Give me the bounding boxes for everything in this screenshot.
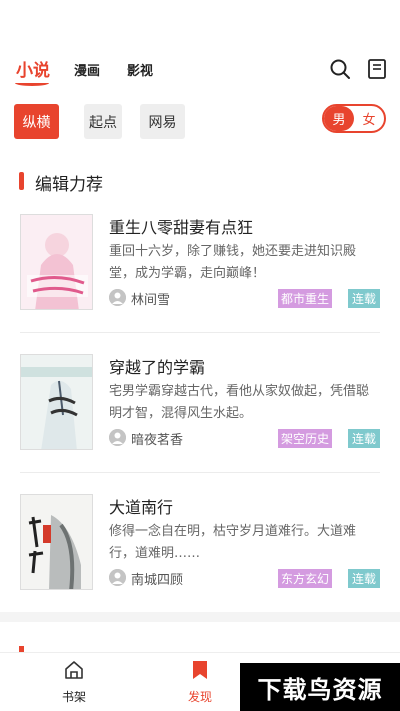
gender-female-option[interactable]: 女 xyxy=(354,106,384,131)
nav-bookshelf[interactable]: 书架 xyxy=(44,659,104,705)
author-avatar-icon xyxy=(109,569,126,586)
book-cover xyxy=(20,354,93,450)
book-description: 重回十六岁，除了赚钱，她还要走进知识殿堂，成为学霸，走向巅峰！ xyxy=(109,244,357,281)
status-tag: 连载 xyxy=(348,429,380,448)
bookmark-icon xyxy=(193,661,207,679)
top-nav: 小说 漫画 影视 xyxy=(0,50,400,90)
book-item[interactable]: 重生八零甜妻有点狂 重回十六岁，除了赚钱，她还要走进知识殿堂，成为学霸，走向巅峰… xyxy=(20,214,380,310)
book-title[interactable]: 穿越了的学霸 xyxy=(109,354,205,378)
book-icon[interactable] xyxy=(366,58,388,80)
gender-male-option[interactable]: 男 xyxy=(324,106,354,131)
book-cover xyxy=(20,494,93,590)
section-accent-bar xyxy=(19,172,24,190)
book-cover xyxy=(20,214,93,310)
genre-tag: 都市重生 xyxy=(278,289,333,308)
book-description: 宅男学霸穿越古代，看他从家奴做起，凭借聪明才智，混得风生水起。 xyxy=(109,384,370,421)
book-item[interactable]: 穿越了的学霸 宅男学霸穿越古代，看他从家奴做起，凭借聪明才智，混得风生水起。 暗… xyxy=(20,354,380,450)
section-title: 编辑力荐 xyxy=(35,175,103,195)
nav-discover-label: 发现 xyxy=(187,690,212,704)
book-author: 暗夜茗香 xyxy=(131,433,184,448)
book-author: 南城四顾 xyxy=(131,573,184,588)
genre-tag: 架空历史 xyxy=(278,429,333,448)
home-icon xyxy=(65,661,83,679)
book-title[interactable]: 大道南行 xyxy=(109,494,173,518)
section-separator xyxy=(0,612,400,622)
book-item[interactable]: 大道南行 修得一念自在明，枯守岁月道难行。大道难行，道难明…… 南城四顾 东方玄… xyxy=(20,494,380,590)
nav-discover[interactable]: 发现 xyxy=(170,659,230,705)
author-avatar-icon xyxy=(109,289,126,306)
book-author: 林间雪 xyxy=(131,293,171,308)
author-avatar-icon xyxy=(109,429,126,446)
tab-video[interactable]: 影视 xyxy=(127,60,153,79)
gender-toggle[interactable]: 男 女 xyxy=(322,104,386,133)
divider xyxy=(20,472,380,473)
status-tag: 连载 xyxy=(348,569,380,588)
source-zongheng-button[interactable]: 纵横 xyxy=(14,104,59,139)
tab-comic[interactable]: 漫画 xyxy=(74,60,100,79)
search-icon[interactable] xyxy=(329,58,351,80)
nav-bookshelf-label: 书架 xyxy=(61,690,86,704)
source-filter-row: 纵横 起点 网易 男 女 xyxy=(14,104,386,140)
divider xyxy=(20,332,380,333)
book-title[interactable]: 重生八零甜妻有点狂 xyxy=(109,214,253,238)
book-description: 修得一念自在明，枯守岁月道难行。大道难行，道难明…… xyxy=(109,524,357,561)
genre-tag: 东方玄幻 xyxy=(278,569,333,588)
tab-novel[interactable]: 小说 xyxy=(16,56,50,81)
active-tab-indicator xyxy=(15,80,49,86)
source-netease-button[interactable]: 网易 xyxy=(140,104,185,139)
source-qidian-button[interactable]: 起点 xyxy=(84,104,122,139)
watermark-logo: 下载鸟资源 xyxy=(240,663,400,711)
status-tag: 连载 xyxy=(348,289,380,308)
